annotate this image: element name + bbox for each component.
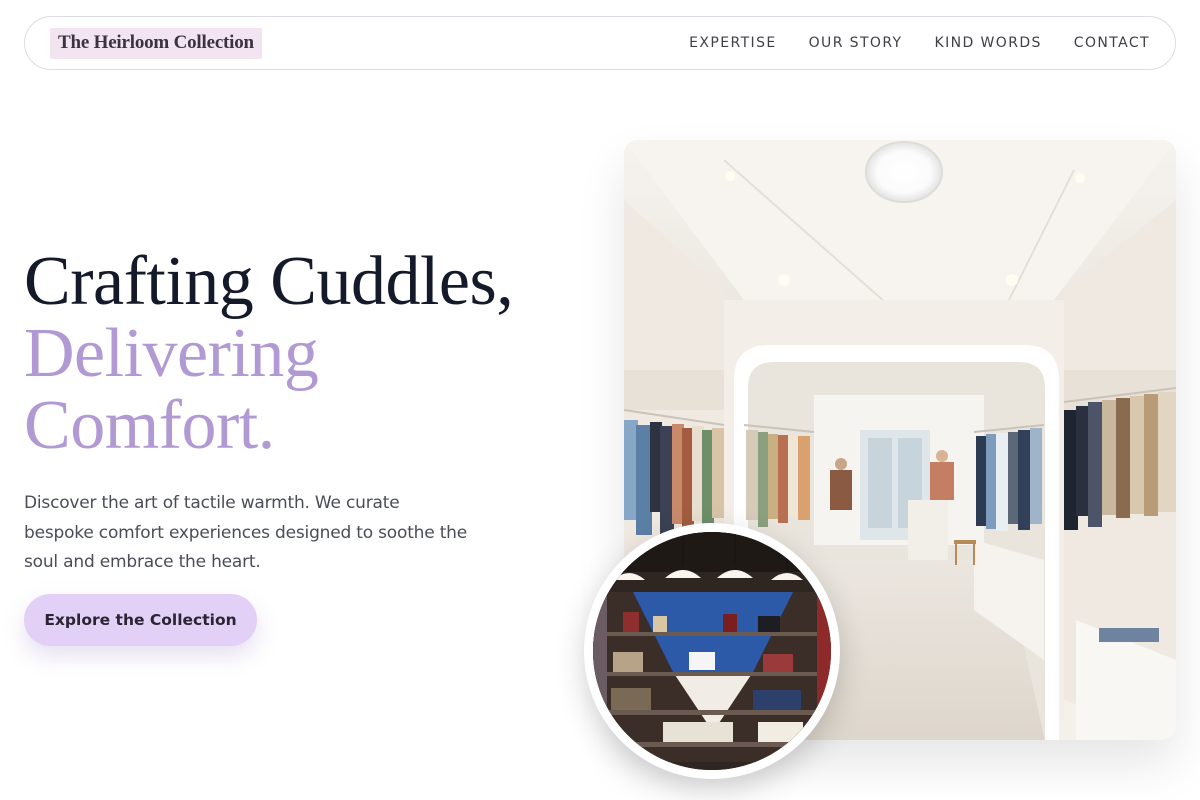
hero-title-accent-line1: Delivering	[24, 315, 319, 392]
shop-display-circle-image	[584, 523, 840, 779]
explore-collection-button[interactable]: Explore the Collection	[24, 594, 257, 646]
hero-description: Discover the art of tactile warmth. We c…	[24, 493, 468, 572]
nav-link-our-story[interactable]: OUR STORY	[809, 35, 903, 51]
nav-links: EXPERTISE OUR STORY KIND WORDS CONTACT	[689, 35, 1150, 51]
hero-title-line1: Crafting Cuddles,	[24, 243, 514, 320]
hero-title: Crafting Cuddles, Delivering Comfort.	[24, 246, 604, 462]
nav-link-contact[interactable]: CONTACT	[1074, 35, 1150, 51]
landing-page: The Heirloom Collection EXPERTISE OUR ST…	[0, 0, 1200, 800]
shop-display-photo	[593, 532, 831, 770]
brand-logo[interactable]: The Heirloom Collection	[50, 27, 262, 59]
top-navbar: The Heirloom Collection EXPERTISE OUR ST…	[24, 16, 1176, 70]
hero-title-accent-line2: Comfort.	[24, 387, 275, 464]
nav-link-expertise[interactable]: EXPERTISE	[689, 35, 776, 51]
nav-link-kind-words[interactable]: KIND WORDS	[935, 35, 1042, 51]
